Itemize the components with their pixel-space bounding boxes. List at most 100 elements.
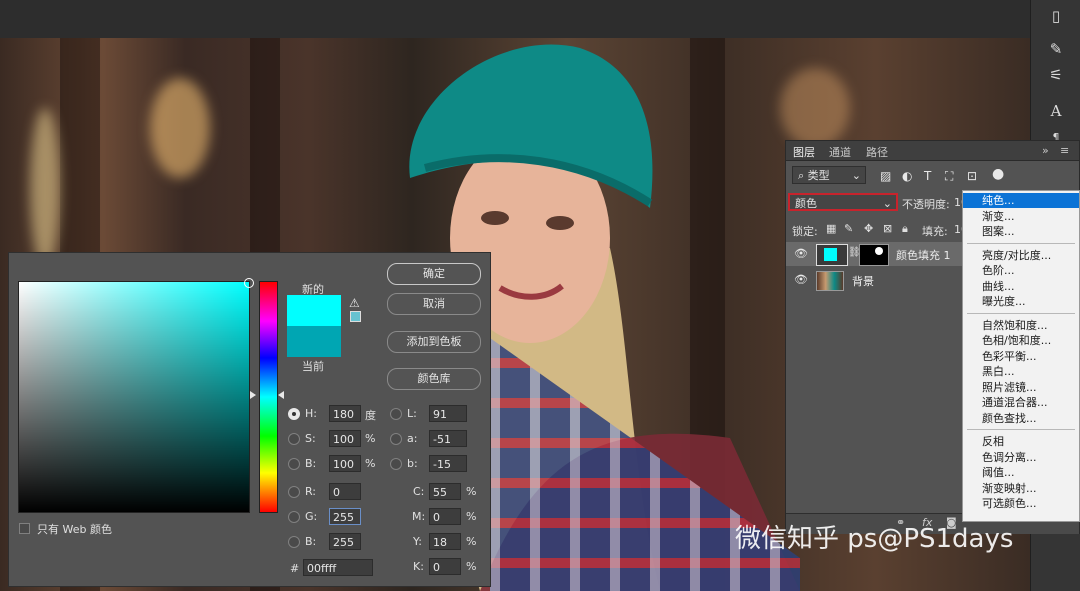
b-field[interactable]: 100 bbox=[329, 455, 361, 472]
layer-name: 背景 bbox=[852, 275, 874, 288]
type-filter-icon[interactable]: T bbox=[924, 169, 931, 183]
pixel-filter-icon[interactable]: ▨ bbox=[880, 169, 891, 183]
menu-item[interactable]: 照片滤镜... bbox=[963, 380, 1079, 395]
lock-artboard-icon[interactable]: ⊠ bbox=[883, 222, 892, 235]
collapse-icon[interactable]: » bbox=[1042, 144, 1049, 157]
menu-item[interactable]: 曲线... bbox=[963, 279, 1079, 294]
filter-kind-value: 类型 bbox=[807, 169, 830, 182]
radio-h[interactable] bbox=[288, 408, 300, 420]
adjustment-filter-icon[interactable]: ◐ bbox=[902, 169, 912, 183]
cancel-button[interactable]: 取消 bbox=[387, 293, 481, 315]
layer-mask-thumb[interactable] bbox=[859, 244, 889, 266]
l-field[interactable]: 91 bbox=[429, 405, 467, 422]
menu-item[interactable]: 可选颜色... bbox=[963, 496, 1079, 511]
layer-name: 颜色填充 1 bbox=[896, 249, 951, 262]
menu-item[interactable]: 通道混合器... bbox=[963, 395, 1079, 410]
r-field[interactable]: 0 bbox=[329, 483, 361, 500]
hue-slider[interactable] bbox=[259, 281, 278, 513]
hex-field[interactable]: 00ffff bbox=[303, 559, 373, 576]
radio-rgb-b[interactable] bbox=[288, 536, 300, 548]
k-unit: % bbox=[466, 560, 477, 573]
menu-item[interactable]: 自然饱和度... bbox=[963, 318, 1079, 333]
y-field[interactable]: 18 bbox=[429, 533, 461, 550]
menu-item[interactable]: 色彩平衡... bbox=[963, 349, 1079, 364]
eye-icon[interactable]: 👁︎ bbox=[794, 247, 808, 260]
menu-item[interactable]: 黑白... bbox=[963, 364, 1079, 379]
menu-item[interactable]: 阈值... bbox=[963, 465, 1079, 480]
radio-r[interactable] bbox=[288, 486, 300, 498]
bokeh-light bbox=[30, 108, 60, 268]
hue-slider-arrow-left[interactable] bbox=[250, 391, 256, 399]
radio-s[interactable] bbox=[288, 433, 300, 445]
radio-l[interactable] bbox=[390, 408, 402, 420]
text-tool-icon[interactable]: A bbox=[1041, 100, 1071, 122]
b-unit: % bbox=[365, 457, 376, 470]
lab-b-field[interactable]: -15 bbox=[429, 455, 467, 472]
panel-menu-icon[interactable]: ≡ bbox=[1060, 144, 1069, 157]
warning-icon[interactable]: ⚠ bbox=[349, 296, 360, 310]
a-field[interactable]: -51 bbox=[429, 430, 467, 447]
radio-a[interactable] bbox=[390, 433, 402, 445]
menu-item[interactable]: 色阶... bbox=[963, 263, 1079, 278]
menu-item[interactable]: 渐变... bbox=[963, 209, 1079, 224]
history-icon[interactable]: ▯ bbox=[1041, 5, 1071, 27]
h-field[interactable]: 180 bbox=[329, 405, 361, 422]
radio-g[interactable] bbox=[288, 511, 300, 523]
brush-tool-icon[interactable]: ✎ bbox=[1041, 38, 1071, 60]
lock-all-icon[interactable]: 🔒︎ bbox=[902, 222, 908, 236]
menu-item[interactable]: 色相/饱和度... bbox=[963, 333, 1079, 348]
menu-item[interactable]: 反相 bbox=[963, 434, 1079, 449]
menu-item[interactable]: 颜色查找... bbox=[963, 411, 1079, 426]
menu-item[interactable]: 纯色... bbox=[963, 193, 1079, 208]
menu-item[interactable]: 曝光度... bbox=[963, 294, 1079, 309]
web-only-checkbox[interactable] bbox=[19, 523, 30, 534]
rgb-b-label: B: bbox=[305, 535, 317, 548]
l-label: L: bbox=[407, 407, 417, 420]
tab-layers[interactable]: 图层 bbox=[793, 144, 815, 160]
adjust-icon[interactable]: ⚟ bbox=[1041, 64, 1071, 86]
m-field[interactable]: 0 bbox=[429, 508, 461, 525]
h-unit: 度 bbox=[365, 409, 376, 422]
lock-position-icon[interactable]: ✥ bbox=[864, 222, 873, 235]
shape-filter-icon[interactable]: ⛶ bbox=[945, 169, 953, 184]
menu-item[interactable]: 图案... bbox=[963, 224, 1079, 239]
saturation-value-field[interactable] bbox=[18, 281, 250, 513]
s-label: S: bbox=[305, 432, 316, 445]
eye-icon[interactable]: 👁︎ bbox=[794, 273, 808, 286]
opacity-label: 不透明度: bbox=[902, 198, 950, 211]
fill-layer-thumb bbox=[816, 244, 848, 266]
filter-kind-select[interactable]: ⌕ 类型 ⌄ bbox=[792, 166, 866, 184]
lock-transparent-icon[interactable]: ▦ bbox=[826, 222, 836, 235]
lock-pixels-icon[interactable]: ✎ bbox=[844, 222, 853, 235]
hue-slider-arrow-right[interactable] bbox=[278, 391, 284, 399]
rgb-b-field[interactable]: 255 bbox=[329, 533, 361, 550]
h-label: H: bbox=[305, 407, 317, 420]
g-field[interactable]: 255 bbox=[329, 508, 361, 525]
radio-lab-b[interactable] bbox=[390, 458, 402, 470]
web-safe-swatch[interactable] bbox=[350, 311, 361, 322]
m-unit: % bbox=[466, 510, 477, 523]
smart-object-filter-icon[interactable]: ⊡ bbox=[967, 169, 977, 183]
layer-row[interactable]: 👁︎ ⛓ 颜色填充 1 bbox=[786, 242, 964, 266]
k-field[interactable]: 0 bbox=[429, 558, 461, 575]
menu-item[interactable]: 色调分离... bbox=[963, 450, 1079, 465]
y-label: Y: bbox=[413, 535, 422, 548]
tab-channels[interactable]: 通道 bbox=[829, 144, 851, 160]
menu-separator bbox=[967, 242, 1075, 244]
layer-row[interactable]: 👁︎ 背景 bbox=[786, 268, 964, 292]
menu-item[interactable]: 亮度/对比度... bbox=[963, 248, 1079, 263]
blend-mode-select[interactable]: 颜色 ⌄ bbox=[788, 193, 898, 211]
web-only-label: 只有 Web 颜色 bbox=[37, 523, 112, 536]
ok-button[interactable]: 确定 bbox=[387, 263, 481, 285]
add-to-swatches-button[interactable]: 添加到色板 bbox=[387, 331, 481, 353]
color-libraries-button[interactable]: 颜色库 bbox=[387, 368, 481, 390]
filter-toggle-icon[interactable]: ● bbox=[992, 166, 1004, 182]
color-cursor[interactable] bbox=[244, 278, 254, 288]
menu-item[interactable]: 渐变映射... bbox=[963, 481, 1079, 496]
tab-paths[interactable]: 路径 bbox=[866, 144, 888, 160]
radio-b[interactable] bbox=[288, 458, 300, 470]
c-field[interactable]: 55 bbox=[429, 483, 461, 500]
c-unit: % bbox=[466, 485, 477, 498]
s-field[interactable]: 100 bbox=[329, 430, 361, 447]
current-color-swatch[interactable] bbox=[287, 326, 341, 357]
